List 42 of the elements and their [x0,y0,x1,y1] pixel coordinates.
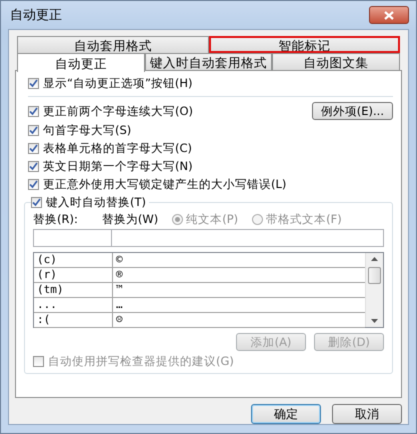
exceptions-button[interactable]: 例外项(E)... [312,102,393,120]
tab[interactable]: 自动更正 [17,53,145,72]
replace-label: 替换(R): [33,212,78,227]
table-cell: :( [34,313,113,327]
checkbox-option[interactable]: 表格单元格的首字母大写(C) [28,140,393,156]
checkbox-option[interactable]: 句首字母大写(S) [28,122,393,138]
checkbox[interactable] [28,124,39,136]
dialog-button[interactable]: 取消 [332,404,402,424]
table-cell-text: ® [115,268,123,282]
dialog-button[interactable]: 确定 [251,404,321,424]
checkbox[interactable] [31,196,42,208]
table-cell: ... [34,298,113,312]
checkbox-option[interactable]: 英文日期第一个字母大写(N) [28,158,393,174]
checkbox-option[interactable]: 更正前两个字母连续大写(O) [28,103,194,119]
window-title: 自动更正 [9,8,62,22]
tab[interactable]: 键入时自动套用格式 [144,53,272,70]
checkbox-option[interactable]: 显示“自动更正选项”按钮(H) [28,75,393,91]
table-cell-text: ™ [115,283,123,297]
checkbox[interactable] [28,142,39,154]
table-cell: (c) [34,253,113,267]
scroll-thumb[interactable] [368,266,381,284]
checkbox[interactable] [28,178,39,190]
replace-with-input[interactable] [112,229,384,247]
scroll-down-icon[interactable] [371,319,378,323]
checkbox[interactable] [28,78,39,88]
table-cell: (r) [34,268,113,282]
close-button[interactable] [369,6,409,24]
checkbox[interactable] [28,160,39,172]
tab[interactable]: 自动套用格式 [17,36,208,53]
checkbox-option[interactable]: 更正意外使用大写锁定键产生的大小写错误(L) [28,176,393,192]
scrollbar[interactable] [365,253,383,327]
replacement-list[interactable]: (c) © (r) ® (tm) ™ ... … :( ☹ [33,252,384,328]
close-icon [384,10,394,20]
table-cell: (tm) [34,283,113,297]
tab[interactable]: 自动图文集 [272,53,400,70]
checkbox[interactable] [28,106,39,116]
scroll-up-icon[interactable] [371,257,378,261]
table-cell-text: … [115,298,123,312]
table-cell-text: ☹ [115,313,123,327]
replace-input[interactable] [33,229,112,247]
table-cell-text: © [115,253,123,267]
replace-with-label: 替换为(W) [102,212,158,227]
